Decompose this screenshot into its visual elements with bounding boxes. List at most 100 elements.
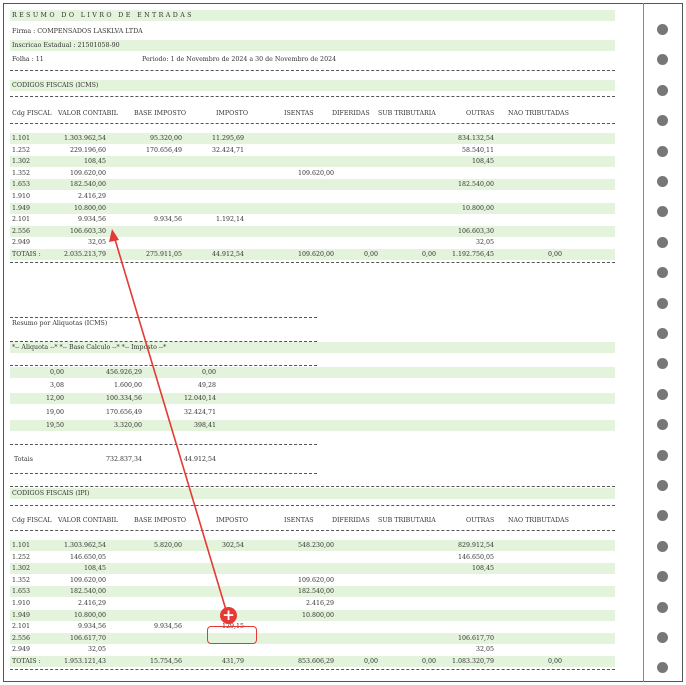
ipi-table-row: 1.949 10.800,00 10.800,00: [10, 610, 615, 621]
aliquota-cell: 19,50: [45, 422, 64, 429]
divider: [10, 70, 615, 71]
icms-cell: 10.800,00: [73, 205, 106, 212]
base-calculo-cell: 100.334,56: [105, 395, 142, 402]
icms-cell: 106.603,30: [69, 228, 106, 235]
divider: [10, 473, 317, 474]
ipi-cell: 2.416,29: [305, 600, 334, 607]
icms-total-cell: 275.911,05: [145, 251, 182, 258]
ipi-cell: 106.617,70: [457, 635, 494, 642]
icms-cell: 32.424,71: [211, 147, 244, 154]
aliquotas-header: *-- Aliquota --* *-- Base Calculo --* *-…: [12, 344, 167, 351]
divider: [10, 123, 615, 124]
icms-column-header: Cdg FISCAL: [12, 110, 52, 117]
icms-cell: 834.132,54: [457, 135, 494, 142]
icms-cell: 32,05: [87, 239, 106, 246]
icms-table-row: 2.556 106.603,30 106.603,30: [10, 226, 615, 237]
tractor-hole-icon: [657, 328, 668, 339]
ipi-table-row: 1.910 2.416,29 2.416,29: [10, 598, 615, 609]
icms-column-header: OUTRAS: [466, 110, 495, 117]
ipi-column-header: Cdg FISCAL: [12, 517, 52, 524]
divider: [10, 365, 317, 366]
imposto-cell: 12.040,14: [183, 395, 216, 402]
ipi-cell: 9.934,56: [153, 623, 182, 630]
tractor-hole-icon: [657, 601, 668, 613]
tractor-feed-strip: [643, 3, 644, 682]
ipi-table-row: 1.302 108,45 108,45: [10, 563, 615, 574]
ipi-cell: 182.540,00: [69, 588, 106, 595]
ipi-cell: 10.800,00: [301, 612, 334, 619]
icms-cell: 10.800,00: [461, 205, 494, 212]
icms-total-cell: 44.912,54: [211, 251, 244, 258]
icms-cell: 108,45: [471, 158, 494, 165]
tractor-hole-icon: [657, 388, 668, 400]
ipi-cell: 182.540,00: [297, 588, 334, 595]
icms-table-row: 1.653 182.540,00 182.540,00: [10, 179, 615, 190]
tractor-hole-icon: [657, 632, 668, 643]
ipi-cell: 548.230,00: [297, 542, 334, 549]
report-page: RESUMO DO LIVRO DE ENTRADAS Firma : COMP…: [10, 8, 615, 680]
ipi-cell: 108,45: [471, 565, 494, 572]
icms-column-header: BASE IMPOSTO: [134, 110, 187, 117]
icms-table-row: 1.949 10.800,00 10.800,00: [10, 203, 615, 214]
icms-cell: 109.620,00: [69, 170, 106, 177]
ipi-cell: 829.912,54: [457, 542, 494, 549]
aliquota-cell: 19,00: [45, 409, 64, 416]
ipi-cell: 108,45: [83, 565, 106, 572]
ipi-column-header: BASE IMPOSTO: [134, 517, 187, 524]
ipi-table-row: 1.653 182.540,00 182.540,00: [10, 586, 615, 597]
ipi-cell: 146.650,05: [69, 554, 106, 561]
divider: [10, 262, 615, 263]
divider: [10, 530, 615, 531]
icms-cell: 170.656,49: [145, 147, 182, 154]
icms-table-row: 1.910 2.416,29: [10, 191, 615, 202]
icms-cell: 182.540,00: [69, 181, 106, 188]
icms-column-header: NAO TRIBUTADAS: [508, 110, 569, 117]
icms-total-cell: 0,00: [421, 251, 436, 258]
ipi-total-cell: 431,79: [221, 658, 244, 665]
aliquotas-total-imposto: 44.912,54: [183, 456, 216, 463]
imposto-cell: 49,28: [197, 382, 216, 389]
ipi-table-row: 1.252 146.650,05 146.650,05: [10, 552, 615, 563]
ipi-total-cell: 0,00: [363, 658, 378, 665]
icms-column-header-row: Cdg FISCAL VALOR CONTABIL BASE IMPOSTO IMPO…: [10, 108, 615, 119]
divider: [10, 96, 615, 97]
aliquotas-header-row: *-- Aliquota --* *-- Base Calculo --* *-…: [10, 342, 615, 353]
icms-total-cell: 0,00: [363, 251, 378, 258]
icms-table-row: 2.101 9.934,56 9.934,56 1.192,14: [10, 214, 615, 225]
ipi-total-cell: 1.953.121,43: [63, 658, 106, 665]
aliquotas-total-base: 732.837,34: [105, 456, 142, 463]
divider: [10, 505, 615, 506]
report-title: RESUMO DO LIVRO DE ENTRADAS: [12, 12, 194, 19]
divider: [10, 444, 317, 445]
icms-column-header: VALOR CONTABIL: [58, 110, 118, 117]
aliquota-cell: 3,08: [49, 382, 64, 389]
divider: [10, 486, 615, 487]
tractor-hole-icon: [657, 236, 668, 248]
imposto-cell: 0,00: [201, 369, 216, 376]
aliquotas-row: 12,00 100.334,56 12.040,14: [10, 393, 615, 404]
periodo-text: Periodo: 1 de Novembro de 2024 a 30 de N…: [142, 56, 337, 63]
tractor-hole-icon: [657, 540, 668, 552]
firma-row: Firma : COMPENSADOS LASKLVA LTDA: [10, 26, 615, 37]
aliquota-cell: 12,00: [45, 395, 64, 402]
icms-column-header: ISENTAS: [284, 110, 314, 117]
aliquota-cell: 0,00: [49, 369, 64, 376]
icms-column-header: IMPOSTO: [216, 110, 249, 117]
icms-cell: 32,05: [475, 239, 494, 246]
icms-cell: 1.303.962,54: [63, 135, 106, 142]
aliquotas-row: 0,00 456.926,29 0,00: [10, 367, 615, 378]
icms-cell: 106.603,30: [457, 228, 494, 235]
ipi-column-header: DIFERIDAS: [332, 517, 370, 524]
ipi-cell: 5.820,00: [153, 542, 182, 549]
icms-total-cell: 1.192.756,45: [451, 251, 494, 258]
tractor-hole-icon: [657, 145, 668, 157]
base-calculo-cell: 456.926,29: [105, 369, 142, 376]
ipi-total-cell: 15.754,56: [149, 658, 182, 665]
ipi-column-header-row: Cdg FISCAL VALOR CONTABIL BASE IMPOSTO IMPO…: [10, 515, 615, 526]
ipi-column-header: NAO TRIBUTADAS: [508, 517, 569, 524]
ipi-table-row: 2.949 32,05 32,05: [10, 644, 615, 655]
aliquotas-row: 3,08 1.600,00 49,28: [10, 380, 615, 391]
icms-section-title: CODIGOS FISCAIS (ICMS): [12, 82, 99, 89]
ipi-total-cell: 0,00: [547, 658, 562, 665]
plus-circle-icon: +: [220, 607, 237, 624]
